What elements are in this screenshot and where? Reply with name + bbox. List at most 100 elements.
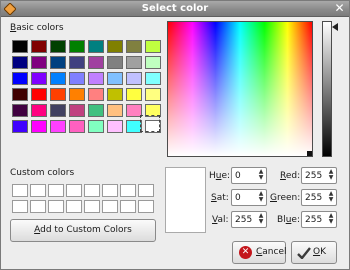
luminance-arrow-icon[interactable] — [332, 23, 338, 31]
basic-color-swatch[interactable] — [69, 88, 85, 101]
basic-color-swatch[interactable] — [88, 40, 104, 53]
basic-color-swatch[interactable] — [126, 40, 142, 53]
custom-color-swatch[interactable] — [48, 184, 64, 197]
color-preview — [165, 167, 206, 233]
custom-color-swatch[interactable] — [84, 184, 100, 197]
picker-cursor[interactable] — [307, 151, 312, 156]
basic-color-swatch[interactable] — [107, 40, 123, 53]
spin-arrows-icon[interactable]: ▲ ▼ — [257, 213, 265, 226]
basic-color-swatch[interactable] — [12, 40, 28, 53]
red-spinbox[interactable]: 255 ▲ ▼ — [301, 167, 337, 184]
custom-colors-label: Custom colors — [10, 168, 75, 178]
red-value: 255 — [305, 171, 323, 181]
sat-value: 0 — [235, 193, 241, 203]
spin-arrows-icon[interactable]: ▲ ▼ — [327, 213, 335, 226]
cancel-label: Cancel — [256, 247, 287, 257]
custom-color-swatch[interactable] — [12, 200, 28, 213]
basic-color-swatch[interactable] — [50, 72, 66, 85]
green-spinbox[interactable]: 255 ▲ ▼ — [301, 189, 337, 206]
basic-color-swatch[interactable] — [12, 104, 28, 117]
basic-color-swatch[interactable] — [31, 72, 47, 85]
basic-color-swatch[interactable] — [12, 72, 28, 85]
custom-color-swatch[interactable] — [30, 184, 46, 197]
custom-color-swatch[interactable] — [66, 200, 82, 213]
custom-color-swatch[interactable] — [84, 200, 100, 213]
basic-color-swatch[interactable] — [88, 56, 104, 69]
basic-colors-label: Basic colors — [10, 23, 64, 33]
basic-color-swatch[interactable] — [145, 88, 161, 101]
basic-color-swatch[interactable] — [107, 72, 123, 85]
cancel-button[interactable]: ✕ Cancel — [232, 241, 287, 264]
blue-spinbox[interactable]: 255 ▲ ▼ — [301, 211, 337, 228]
hue-saturation-picker[interactable] — [167, 21, 313, 157]
add-to-custom-colors-button[interactable]: Add to Custom Colors — [10, 219, 156, 242]
luminance-slider[interactable] — [322, 21, 332, 157]
basic-color-swatch[interactable] — [12, 120, 28, 133]
basic-color-swatch[interactable] — [107, 56, 123, 69]
basic-color-swatch[interactable] — [107, 104, 123, 117]
basic-color-swatch[interactable] — [107, 88, 123, 101]
custom-color-swatch[interactable] — [102, 200, 118, 213]
green-label: Green: — [270, 193, 301, 203]
custom-color-swatch[interactable] — [138, 200, 154, 213]
basic-color-swatch[interactable] — [69, 56, 85, 69]
basic-color-swatch[interactable] — [145, 40, 161, 53]
spin-arrows-icon[interactable]: ▲ ▼ — [327, 191, 335, 204]
custom-color-swatch[interactable] — [120, 184, 136, 197]
close-icon[interactable]: ✕ — [333, 2, 346, 15]
basic-color-swatch[interactable] — [50, 104, 66, 117]
basic-color-swatch[interactable] — [69, 120, 85, 133]
spin-arrows-icon[interactable]: ▲ ▼ — [257, 169, 265, 182]
val-label: Val: — [212, 215, 229, 225]
custom-color-swatch[interactable] — [48, 200, 64, 213]
basic-color-swatch[interactable] — [50, 88, 66, 101]
ok-label: OK — [313, 247, 326, 257]
cancel-icon: ✕ — [239, 246, 252, 259]
sat-label: Sat: — [211, 193, 229, 203]
custom-color-swatch[interactable] — [66, 184, 82, 197]
custom-color-swatch[interactable] — [138, 184, 154, 197]
basic-color-swatch[interactable] — [31, 120, 47, 133]
blue-value: 255 — [305, 215, 323, 225]
basic-color-swatch[interactable] — [69, 104, 85, 117]
basic-color-swatch[interactable] — [31, 104, 47, 117]
hue-spinbox[interactable]: 0 ▲ ▼ — [231, 167, 267, 184]
basic-color-swatch[interactable] — [31, 56, 47, 69]
basic-color-swatch[interactable] — [126, 72, 142, 85]
basic-color-swatch[interactable] — [88, 88, 104, 101]
basic-color-swatch[interactable] — [12, 88, 28, 101]
spin-arrows-icon[interactable]: ▲ ▼ — [327, 169, 335, 182]
basic-color-swatch[interactable] — [145, 72, 161, 85]
blue-label: Blue: — [277, 215, 300, 225]
hue-label: Hue: — [209, 171, 231, 181]
custom-color-swatch[interactable] — [102, 184, 118, 197]
basic-color-swatch[interactable] — [88, 72, 104, 85]
title-bar[interactable]: Select color ✕ — [1, 1, 349, 17]
basic-color-swatch[interactable] — [50, 40, 66, 53]
basic-color-swatch[interactable] — [88, 104, 104, 117]
basic-color-swatch[interactable] — [88, 120, 104, 133]
basic-color-swatch[interactable] — [31, 40, 47, 53]
basic-color-swatch[interactable] — [126, 56, 142, 69]
basic-color-swatch[interactable] — [145, 56, 161, 69]
spin-arrows-icon[interactable]: ▲ ▼ — [257, 191, 265, 204]
basic-color-swatch[interactable] — [50, 120, 66, 133]
custom-color-swatch[interactable] — [120, 200, 136, 213]
basic-color-swatch[interactable] — [69, 40, 85, 53]
basic-color-swatch[interactable] — [107, 120, 123, 133]
hue-value: 0 — [235, 171, 241, 181]
basic-color-swatch[interactable] — [12, 56, 28, 69]
green-value: 255 — [305, 193, 323, 203]
ok-button[interactable]: OK — [291, 241, 337, 264]
custom-color-swatch[interactable] — [30, 200, 46, 213]
basic-color-swatch[interactable] — [126, 88, 142, 101]
custom-color-swatch[interactable] — [12, 184, 28, 197]
basic-color-swatch[interactable] — [50, 56, 66, 69]
window-title: Select color — [141, 3, 209, 14]
basic-color-swatch[interactable] — [31, 88, 47, 101]
val-spinbox[interactable]: 255 ▲ ▼ — [231, 211, 267, 228]
basic-color-swatch[interactable] — [69, 72, 85, 85]
val-value: 255 — [235, 215, 253, 225]
red-label: Red: — [280, 171, 301, 181]
sat-spinbox[interactable]: 0 ▲ ▼ — [231, 189, 267, 206]
